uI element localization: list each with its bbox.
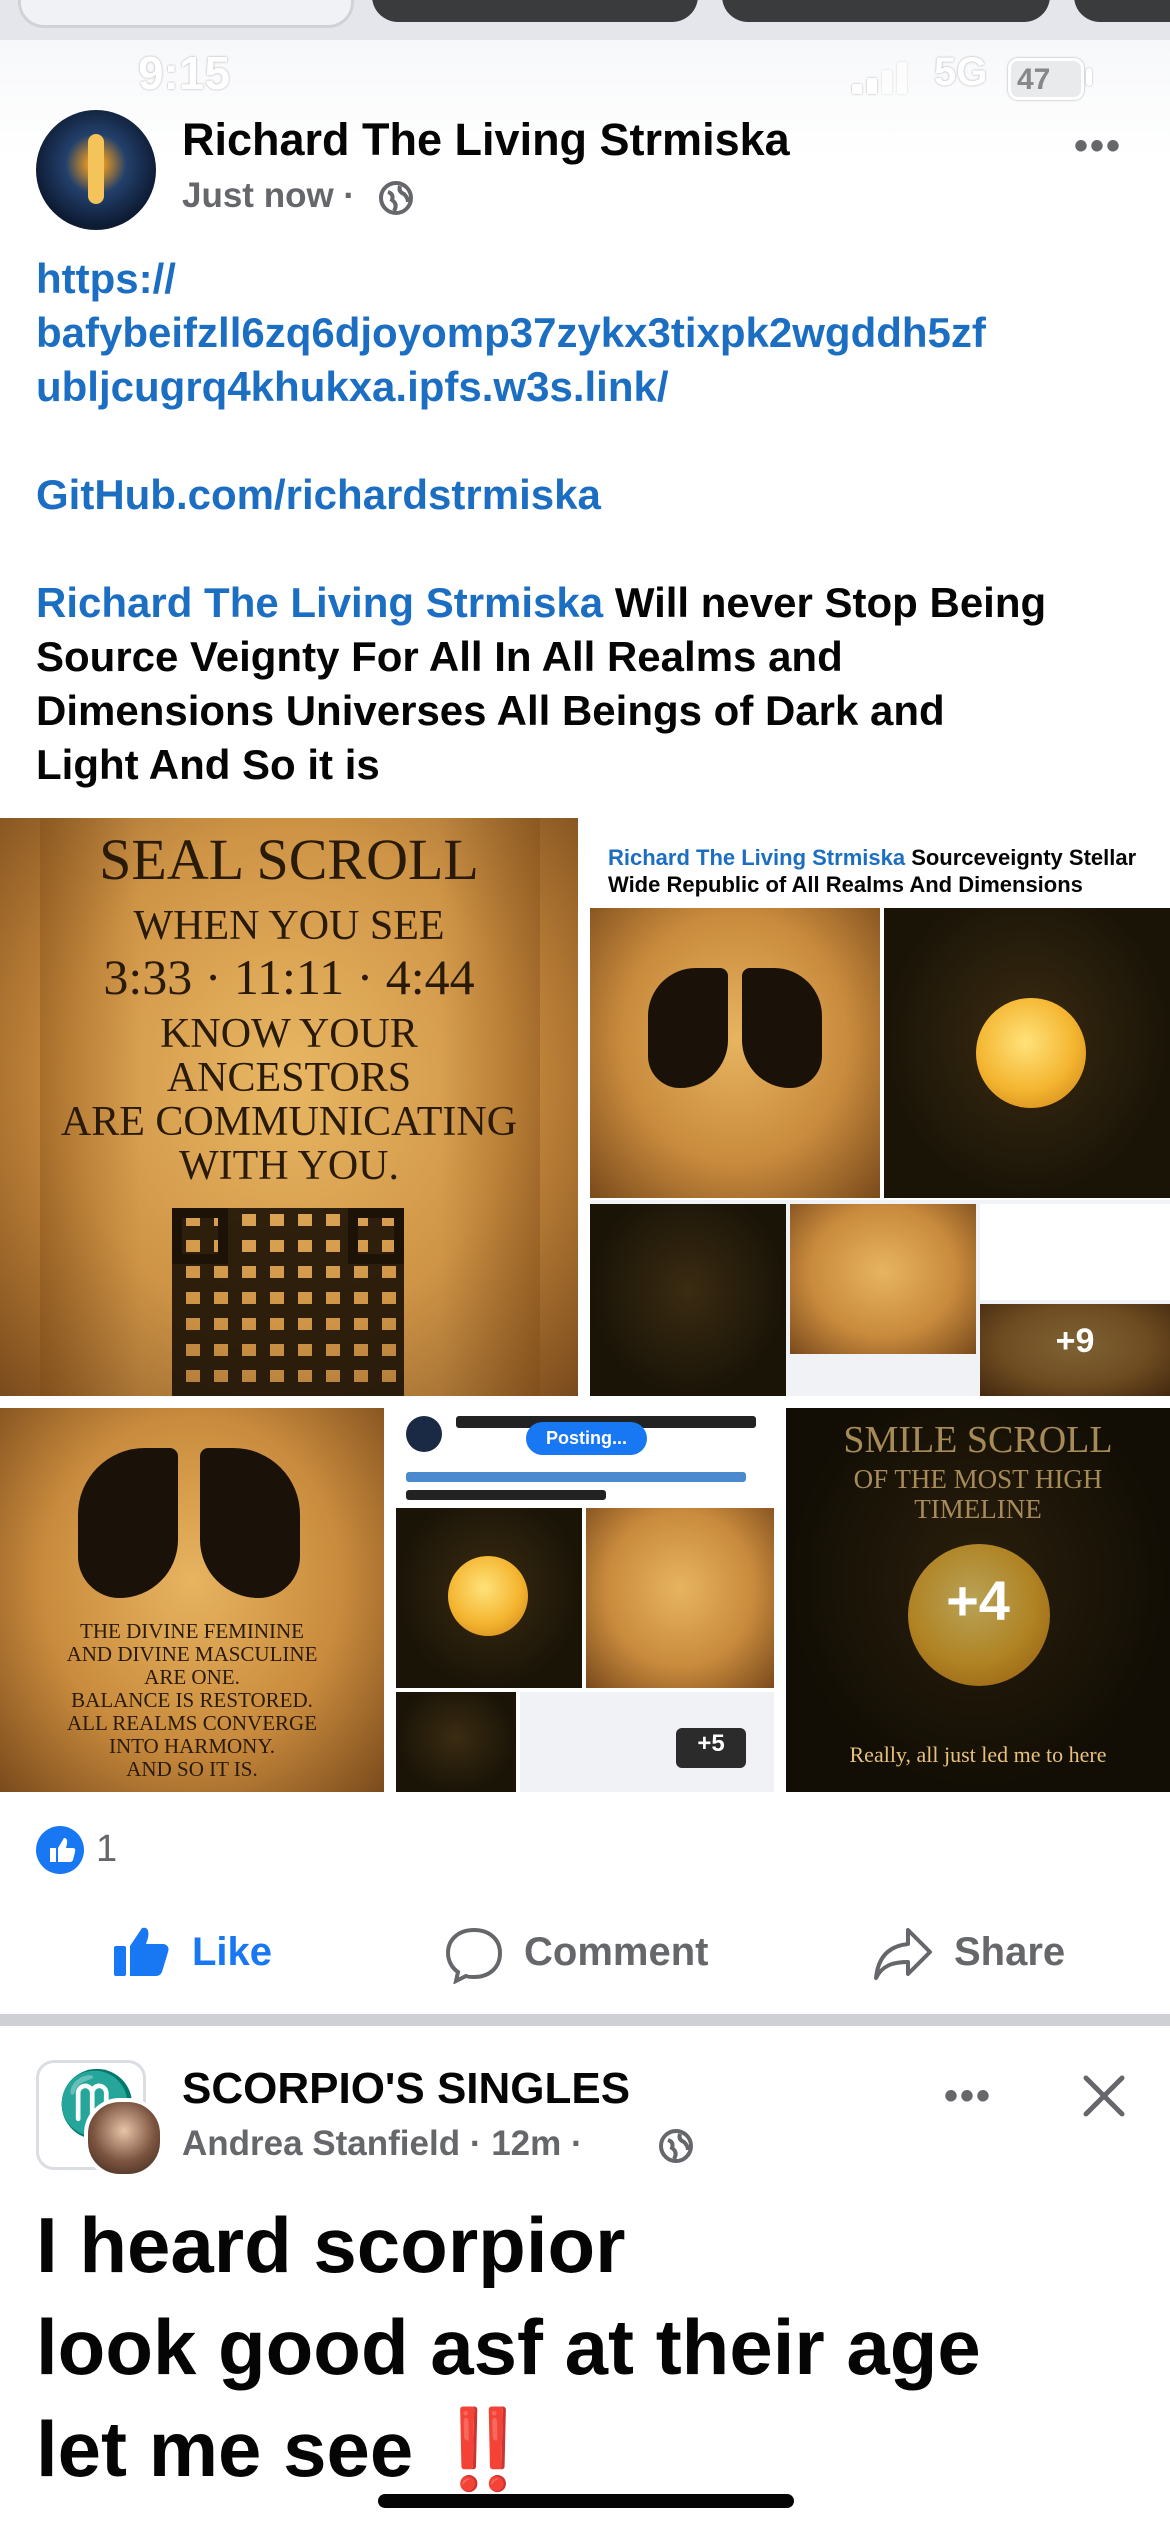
qr-corner <box>172 1208 228 1264</box>
post-meta: Andrea Stanfield · 12m · <box>182 2124 583 2164</box>
more-options-icon[interactable]: ••• <box>944 2074 992 2119</box>
home-indicator[interactable] <box>378 2494 794 2508</box>
scroll-text: THE DIVINE FEMININE AND DIVINE MASCULINE… <box>0 1620 384 1781</box>
battery-level: 47 <box>1017 63 1051 96</box>
post-author[interactable]: Andrea Stanfield <box>182 2124 460 2163</box>
smiley-icon <box>448 1556 528 1636</box>
post-image-screenshot[interactable]: Posting... +5 <box>396 1408 774 1792</box>
close-icon[interactable] <box>1080 2072 1128 2120</box>
signal-icon <box>852 62 912 94</box>
battery-tip <box>1086 68 1092 86</box>
mention-link[interactable]: Richard The Living Strmiska <box>36 579 603 626</box>
network-label: 5G <box>934 50 988 94</box>
globe-icon <box>379 181 413 215</box>
scroll-line: BALANCE IS RESTORED. <box>71 1688 313 1712</box>
post-author[interactable]: Richard The Living Strmiska <box>182 114 790 166</box>
status-time: 9:15 <box>138 47 231 99</box>
butterfly-wing <box>648 968 728 1088</box>
post-image-smile-scroll[interactable]: SMILE SCROLL OF THE MOST HIGH TIMELINE +… <box>786 1408 1170 1792</box>
globe-icon <box>659 2129 693 2163</box>
post-timestamp[interactable]: Just now · <box>182 176 355 216</box>
scroll-line: ARE ONE. <box>144 1665 240 1689</box>
share-button[interactable]: Share <box>954 1930 1065 1975</box>
reaction-count[interactable]: 1 <box>96 1828 117 1871</box>
previous-thumbnail[interactable] <box>372 0 698 22</box>
butterfly-wing <box>200 1448 300 1598</box>
post-image-divine-scroll[interactable]: THE DIVINE FEMININE AND DIVINE MASCULINE… <box>0 1408 384 1792</box>
message-text: Will never Stop Being <box>603 579 1047 626</box>
scroll-line: 3:33 · 11:11 · 4:44 <box>103 949 475 1005</box>
link-line: ubljcugrq4khukxa.ipfs.w3s.link/ <box>36 363 669 410</box>
comment-button[interactable]: Comment <box>524 1930 708 1975</box>
butterfly-wing <box>78 1448 178 1598</box>
post-image-screenshot-collage[interactable]: Richard The Living Strmiska Sourceveignt… <box>590 818 1170 1396</box>
scroll-caption: Really, all just led me to here <box>849 1742 1107 1767</box>
message-text: Source Veignty For All In All Realms and <box>36 633 843 680</box>
more-images-count: +4 <box>946 1569 1010 1632</box>
link-line: bafybeifzll6zq6djoyomp37zykx3tixpk2wgddh… <box>36 309 986 356</box>
scroll-line: WHEN YOU SEE <box>133 903 445 949</box>
previous-thumbnail[interactable] <box>722 0 1050 22</box>
more-options-icon[interactable]: ••• <box>1074 124 1122 169</box>
author-avatar[interactable] <box>84 2098 164 2178</box>
next-post-text: I heard scorpior look good asf at their … <box>36 2194 1146 2500</box>
image-mention: Richard The Living Strmiska <box>608 845 906 870</box>
message-text: Dimensions Universes All Beings of Dark … <box>36 687 945 734</box>
post-message: Richard The Living Strmiska Will never S… <box>36 576 1146 792</box>
image-header-text: Sourceveignty Stellar <box>905 845 1137 870</box>
share-icon[interactable] <box>872 1926 934 1982</box>
scroll-line: ANCESTORS <box>166 1055 412 1101</box>
like-icon[interactable] <box>110 1924 172 1978</box>
more-images-count: +9 <box>1055 1322 1095 1360</box>
previous-thumbnail[interactable] <box>1074 0 1170 22</box>
scroll-line: ARE COMMUNICATING <box>60 1099 518 1145</box>
smiley-icon <box>976 998 1086 1108</box>
message-text: Light And So it is <box>36 741 380 788</box>
previous-chip[interactable] <box>18 0 354 28</box>
text-line: look good asf at their age <box>36 2303 981 2391</box>
battery-icon: 47 <box>1008 58 1084 100</box>
text-line: I heard scorpior <box>36 2201 626 2289</box>
qr-corner <box>348 1208 404 1264</box>
scroll-line: INTO HARMONY. <box>108 1734 276 1758</box>
scroll-line: AND DIVINE MASCULINE <box>66 1642 318 1666</box>
post-divider <box>0 2014 1170 2026</box>
comment-icon[interactable] <box>444 1926 504 1984</box>
scroll-line: ALL REALMS CONVERGE <box>66 1711 318 1735</box>
like-reaction-icon[interactable] <box>36 1826 84 1874</box>
author-avatar[interactable] <box>36 110 156 230</box>
double-exclamation-icon: ‼️ <box>434 2405 533 2493</box>
text-line: let me see <box>36 2405 414 2493</box>
like-button[interactable]: Like <box>192 1930 272 1975</box>
image-header-text: Wide Republic of All Realms And Dimensio… <box>608 872 1083 897</box>
more-images-count: +5 <box>697 1730 725 1757</box>
butterfly-wing <box>742 968 822 1088</box>
scroll-title: SEAL SCROLL <box>99 827 479 892</box>
group-name[interactable]: SCORPIO'S SINGLES <box>182 2064 630 2114</box>
scroll-line: THE DIVINE FEMININE <box>80 1619 304 1643</box>
scroll-line: WITH YOU. <box>178 1143 400 1189</box>
post-timestamp: · 12m · <box>460 2124 583 2163</box>
post-link[interactable]: https:// bafybeifzll6zq6djoyomp37zykx3ti… <box>36 252 1146 414</box>
scroll-line: AND SO IT IS. <box>126 1757 258 1781</box>
posting-indicator: Posting... <box>526 1422 647 1455</box>
post-image-seal-scroll[interactable]: SEAL SCROLL WHEN YOU SEE 3:33 · 11:11 · … <box>0 818 578 1396</box>
github-link[interactable]: GitHub.com/richardstrmiska <box>36 468 1146 522</box>
scroll-line: KNOW YOUR <box>160 1011 418 1057</box>
link-line: https:// <box>36 255 176 302</box>
